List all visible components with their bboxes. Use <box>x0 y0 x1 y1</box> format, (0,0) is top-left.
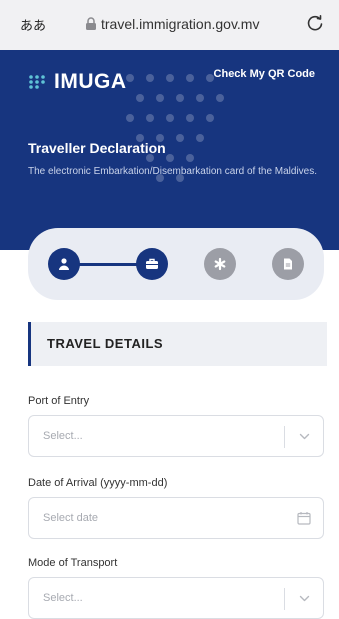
port-of-entry-placeholder: Select... <box>43 430 83 442</box>
date-of-arrival-label: Date of Arrival (yyyy-mm-dd) <box>28 477 168 489</box>
lock-icon <box>86 17 96 30</box>
check-qr-code-link[interactable]: Check My QR Code <box>214 68 315 80</box>
date-of-arrival-input[interactable]: Select date <box>28 497 324 539</box>
logo-text: IMUGA <box>54 70 127 93</box>
step-health[interactable] <box>204 248 236 280</box>
text-size-button[interactable]: ああ <box>20 15 46 34</box>
reload-icon[interactable] <box>305 13 325 33</box>
asterisk-icon <box>214 257 226 271</box>
step-documents[interactable] <box>272 248 304 280</box>
person-icon <box>59 258 69 270</box>
browser-address-bar: ああ travel.immigration.gov.mv <box>0 0 339 51</box>
logo-dots-icon <box>29 75 45 89</box>
document-icon <box>284 258 292 270</box>
url-field[interactable]: travel.immigration.gov.mv <box>85 16 259 32</box>
mode-of-transport-placeholder: Select... <box>43 592 83 604</box>
chevron-down-icon[interactable] <box>299 594 310 603</box>
page-title: Traveller Declaration <box>28 140 166 156</box>
port-of-entry-select[interactable]: Select... <box>28 415 324 457</box>
calendar-icon[interactable] <box>297 511 311 525</box>
mode-of-transport-label: Mode of Transport <box>28 557 118 569</box>
briefcase-icon <box>146 258 158 269</box>
mode-of-transport-select[interactable]: Select... <box>28 577 324 619</box>
date-of-arrival-placeholder: Select date <box>43 512 99 524</box>
url-text: travel.immigration.gov.mv <box>101 16 260 32</box>
section-title: TRAVEL DETAILS <box>47 336 164 351</box>
imuga-logo[interactable]: IMUGA <box>28 70 127 94</box>
step-connector <box>74 263 140 266</box>
step-personal[interactable] <box>48 248 80 280</box>
port-of-entry-label: Port of Entry <box>28 395 90 407</box>
progress-stepper <box>28 228 324 300</box>
step-travel[interactable] <box>136 248 168 280</box>
select-separator <box>284 426 285 448</box>
site-header: IMUGA Check My QR Code Traveller Declara… <box>0 50 339 250</box>
chevron-down-icon[interactable] <box>299 432 310 441</box>
select-separator <box>284 588 285 610</box>
section-header-travel-details: TRAVEL DETAILS <box>28 322 327 366</box>
page-subtitle: The electronic Embarkation/Disembarkatio… <box>28 166 318 177</box>
